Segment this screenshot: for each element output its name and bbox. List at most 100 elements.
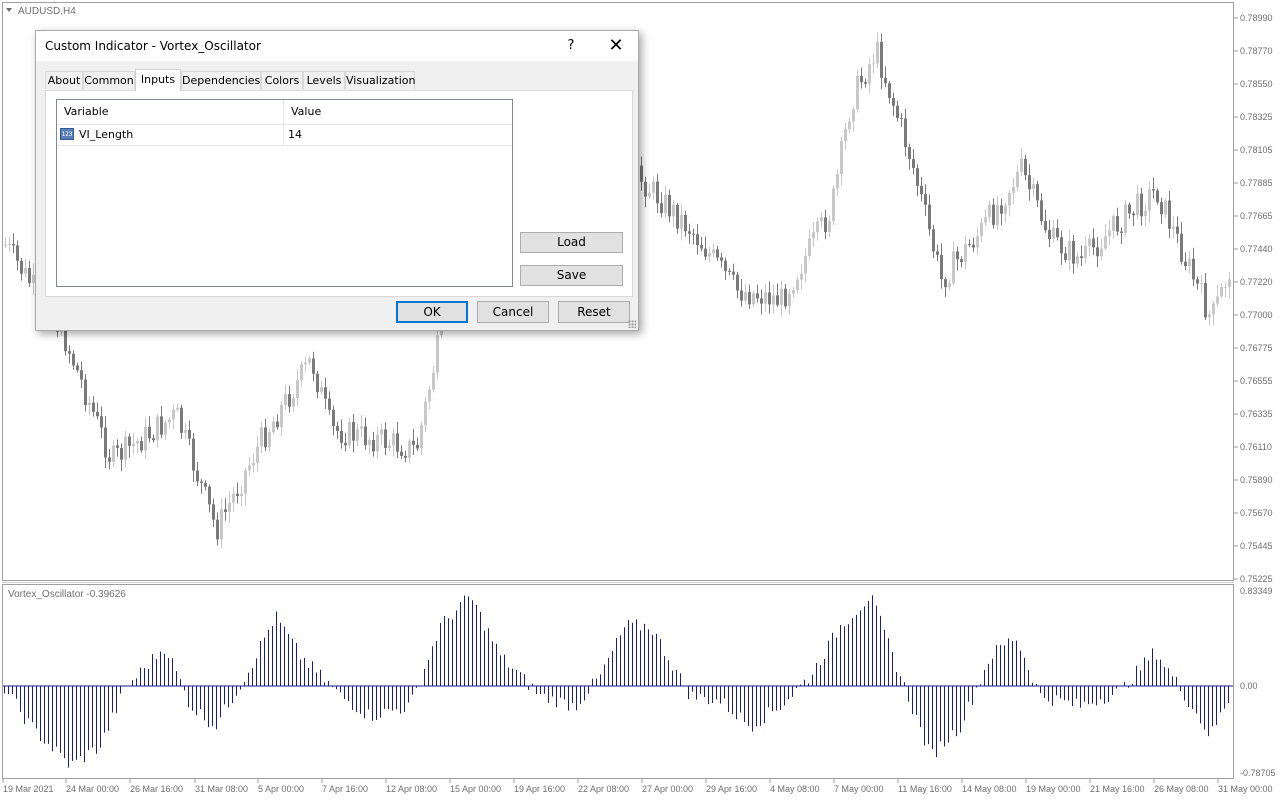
time-tick-label: 26 Mar 16:00 (130, 784, 183, 794)
candle-body (332, 409, 335, 427)
candle-body (172, 409, 175, 420)
candle-body (860, 75, 863, 83)
candle-body (360, 426, 363, 429)
tab-colors[interactable]: Colors (261, 71, 303, 89)
candle-body (648, 192, 651, 197)
candle-body (720, 257, 723, 261)
candle-body (816, 221, 819, 233)
time-tick-label: 27 Apr 00:00 (642, 784, 693, 794)
candle-body (808, 238, 811, 256)
candle-body (684, 214, 687, 232)
candle-body (1208, 314, 1211, 318)
candle-body (1188, 258, 1191, 267)
cancel-button[interactable]: Cancel (477, 301, 549, 323)
candle-body (328, 398, 331, 410)
candle-body (304, 362, 307, 365)
candle-body (852, 109, 855, 122)
tab-common[interactable]: Common (83, 71, 135, 89)
candle-body (76, 365, 79, 371)
candle-body (336, 426, 339, 431)
time-tick-label: 15 Apr 00:00 (450, 784, 501, 794)
candle-body (276, 421, 279, 428)
candle-body (224, 509, 227, 512)
load-button[interactable]: Load (520, 232, 623, 253)
candle-body (1220, 287, 1223, 297)
candle-body (904, 118, 907, 147)
column-header-value[interactable]: Value (284, 100, 512, 124)
custom-indicator-dialog: Custom Indicator - Vortex_Oscillator ? ✕… (35, 30, 639, 331)
candle-body (200, 481, 203, 483)
candle-body (372, 439, 375, 452)
candle-body (368, 439, 371, 445)
candle-body (1092, 238, 1095, 248)
time-tick-label: 7 May 00:00 (834, 784, 884, 794)
candle-body (1204, 282, 1207, 318)
candle-body (144, 426, 147, 451)
candle-body (348, 422, 351, 446)
help-icon[interactable]: ? (557, 31, 585, 61)
candle-body (192, 438, 195, 471)
candle-body (324, 387, 327, 399)
candle-body (1080, 256, 1083, 258)
tab-dependencies[interactable]: Dependencies (181, 71, 261, 89)
candle-body (416, 444, 419, 449)
dialog-title: Custom Indicator - Vortex_Oscillator (45, 39, 261, 53)
input-value[interactable]: 14 (288, 124, 508, 145)
candle-body (164, 422, 167, 435)
candle-body (892, 97, 895, 106)
ok-button[interactable]: OK (396, 301, 468, 323)
candle-body (916, 168, 919, 186)
inputs-grid[interactable]: Variable Value 123 VI_Length 14 (56, 99, 513, 287)
candle-body (1108, 230, 1111, 237)
close-icon[interactable]: ✕ (599, 31, 633, 61)
candle-body (896, 105, 899, 118)
price-tick-label: 0.76555 (1240, 376, 1273, 386)
candle-body (920, 185, 923, 195)
tab-visualization[interactable]: Visualization (345, 71, 415, 89)
candle-body (1128, 204, 1131, 214)
candle-body (640, 165, 643, 182)
candle-body (1168, 200, 1171, 229)
candle-body (676, 204, 679, 229)
tab-inputs[interactable]: Inputs (135, 69, 181, 91)
reset-button[interactable]: Reset (558, 301, 630, 323)
price-tick-label: 0.77440 (1240, 244, 1273, 254)
time-tick-label: 5 Apr 00:00 (258, 784, 304, 794)
time-tick-label: 11 May 16:00 (898, 784, 952, 794)
candle-body (688, 231, 691, 234)
tab-about[interactable]: About (45, 71, 83, 89)
candle-body (28, 267, 31, 284)
candle-body (680, 214, 683, 229)
candle-body (1012, 187, 1015, 193)
candle-body (8, 243, 11, 245)
candle-body (1004, 205, 1007, 214)
column-header-variable[interactable]: Variable (57, 100, 283, 124)
dialog-titlebar[interactable]: Custom Indicator - Vortex_Oscillator ? ✕ (36, 31, 638, 61)
time-tick-label: 29 Apr 16:00 (706, 784, 757, 794)
candle-body (776, 295, 779, 305)
candle-body (100, 416, 103, 428)
candle-body (1160, 202, 1163, 215)
table-row[interactable]: 123 VI_Length 14 (57, 124, 512, 146)
candle-body (1104, 236, 1107, 249)
candle-body (812, 232, 815, 239)
tab-levels[interactable]: Levels (303, 71, 345, 89)
price-tick-label: 0.78770 (1240, 46, 1273, 56)
candle-body (392, 433, 395, 446)
candle-body (220, 509, 223, 540)
save-button[interactable]: Save (520, 265, 623, 286)
candle-body (1000, 205, 1003, 214)
price-tick-label: 0.77000 (1240, 310, 1273, 320)
candle-body (964, 244, 967, 263)
candle-body (900, 117, 903, 119)
candle-body (744, 292, 747, 301)
candle-body (96, 411, 99, 417)
time-tick-label: 19 Mar 2021 (3, 784, 54, 794)
candle-body (788, 293, 791, 307)
resize-grip-icon[interactable] (628, 320, 636, 328)
candle-body (1064, 253, 1067, 260)
candle-body (424, 401, 427, 425)
candle-body (140, 441, 143, 451)
candle-body (724, 260, 727, 271)
candle-body (1228, 279, 1231, 287)
